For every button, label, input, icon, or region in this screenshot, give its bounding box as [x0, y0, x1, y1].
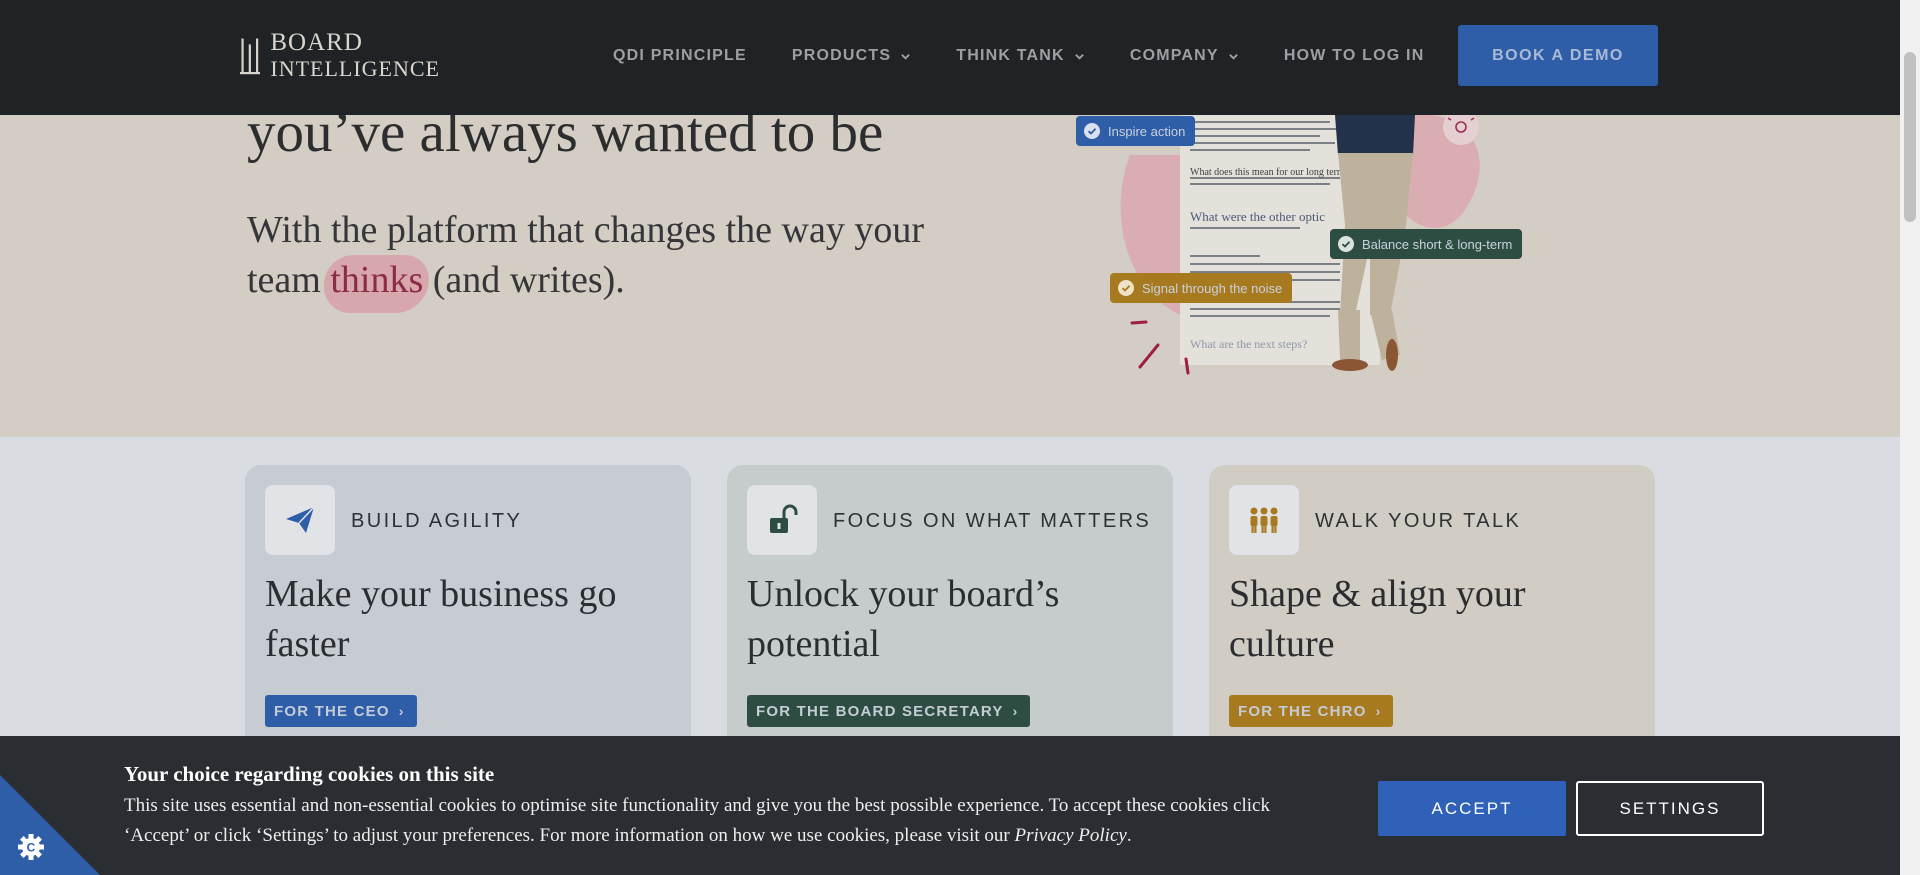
badge-inspire-action: Inspire action [1076, 116, 1196, 146]
card-icon-box [747, 485, 817, 555]
nav-item-company[interactable]: COMPANY [1130, 47, 1239, 65]
nav-item-how-to-log-in[interactable]: HOW TO LOG IN [1284, 47, 1425, 65]
chevron-right-icon: › [398, 703, 405, 719]
doc-heading-3: What are the next steps? [1190, 337, 1307, 351]
hero-illustration: What does this mean for our long term b … [1070, 115, 1530, 437]
tag-label: FOR THE BOARD SECRETARY [756, 702, 1004, 720]
for-the-board-secretary-link[interactable]: FOR THE BOARD SECRETARY › [747, 695, 1031, 727]
site-header: BOARD INTELLIGENCE QDI PRINCIPLE PRODUCT… [0, 0, 1900, 115]
nav-label: HOW TO LOG IN [1283, 47, 1425, 64]
badge-label: Balance short & long-term [1362, 236, 1513, 252]
card-title: Make your business go faster [265, 573, 617, 665]
chevron-down-icon [901, 53, 911, 60]
hero-subtitle: With the platform that changes the way y… [247, 205, 947, 305]
card-icon-box [1229, 485, 1299, 555]
badge-label: Inspire action [1108, 123, 1186, 139]
main-nav: QDI PRINCIPLE PRODUCTS THINK TANK COMPAN… [613, 47, 1469, 65]
cookie-title: Your choice regarding cookies on this si… [124, 762, 495, 786]
feature-cards: BUILD AGILITY Make your business go fast… [0, 437, 1900, 795]
unlocked-padlock-icon [770, 504, 798, 533]
cookie-settings-icon[interactable]: C [0, 775, 100, 875]
page-scrollbar[interactable] [1900, 0, 1920, 875]
badge-balance: Balance short & long-term [1330, 229, 1523, 259]
check-circle-icon [1118, 280, 1134, 296]
doc-heading-1: What does this mean for our long term b [1190, 167, 1352, 178]
for-the-ceo-link[interactable]: FOR THE CEO › [265, 695, 417, 727]
scrollbar-thumb[interactable] [1904, 52, 1916, 222]
book-demo-button[interactable]: BOOK A DEMO [1458, 25, 1658, 86]
hero-title: you’ve always wanted to be [247, 115, 884, 164]
cookie-banner: Your choice regarding cookies on this si… [0, 736, 1900, 875]
hero-subtitle-end: (and writes). [423, 259, 625, 301]
accept-cookies-button[interactable]: ACCEPT [1378, 781, 1566, 836]
card-eyebrow: BUILD AGILITY [351, 510, 523, 532]
doc-heading-2: What were the other optic [1190, 209, 1325, 224]
hero-highlight-word: thinks [330, 259, 424, 301]
nav-item-think-tank[interactable]: THINK TANK [956, 47, 1085, 65]
nav-item-qdi-principle[interactable]: QDI PRINCIPLE [613, 47, 747, 65]
paper-plane-icon [286, 506, 315, 533]
chevron-right-icon: › [1012, 703, 1019, 719]
tag-label: FOR THE CHRO [1238, 702, 1367, 720]
chevron-right-icon: › [1375, 703, 1382, 719]
nav-label: COMPANY [1129, 47, 1219, 64]
card-title: Unlock your board’s potential [747, 573, 1060, 665]
brand-line-2: INTELLIGENCE [270, 56, 440, 81]
check-circle-icon [1084, 123, 1100, 139]
badge-label: Signal through the noise [1142, 280, 1283, 296]
chevron-down-icon [1228, 53, 1238, 60]
nav-label: THINK TANK [956, 47, 1065, 64]
card-icon-box [265, 485, 335, 555]
card-eyebrow: FOCUS ON WHAT MATTERS [833, 510, 1152, 532]
brand-logo[interactable]: BOARD INTELLIGENCE [240, 28, 440, 84]
nav-label: PRODUCTS [791, 47, 892, 64]
nav-label: QDI PRINCIPLE [613, 47, 747, 64]
check-circle-icon [1338, 236, 1354, 252]
badge-signal: Signal through the noise [1110, 273, 1293, 303]
logo-pillars-icon [240, 38, 261, 75]
tag-label: FOR THE CEO [274, 702, 390, 720]
card-eyebrow: WALK YOUR TALK [1315, 510, 1522, 532]
hero-section: you’ve always wanted to be With the plat… [0, 115, 1900, 437]
cookie-text-end: . [1126, 825, 1132, 846]
brand-name: BOARD INTELLIGENCE [270, 30, 440, 82]
svg-text:C: C [27, 841, 36, 855]
nav-item-products[interactable]: PRODUCTS [792, 47, 911, 65]
cookie-text: This site uses essential and non-essenti… [124, 791, 1304, 851]
brand-line-1: BOARD [270, 29, 363, 56]
chevron-down-icon [1074, 53, 1084, 60]
privacy-policy-link[interactable]: Privacy Policy [1014, 825, 1126, 846]
card-title: Shape & align your culture [1229, 573, 1526, 665]
for-the-chro-link[interactable]: FOR THE CHRO › [1229, 695, 1394, 727]
cookie-settings-button[interactable]: SETTINGS [1576, 781, 1764, 836]
team-people-icon [1250, 507, 1278, 533]
